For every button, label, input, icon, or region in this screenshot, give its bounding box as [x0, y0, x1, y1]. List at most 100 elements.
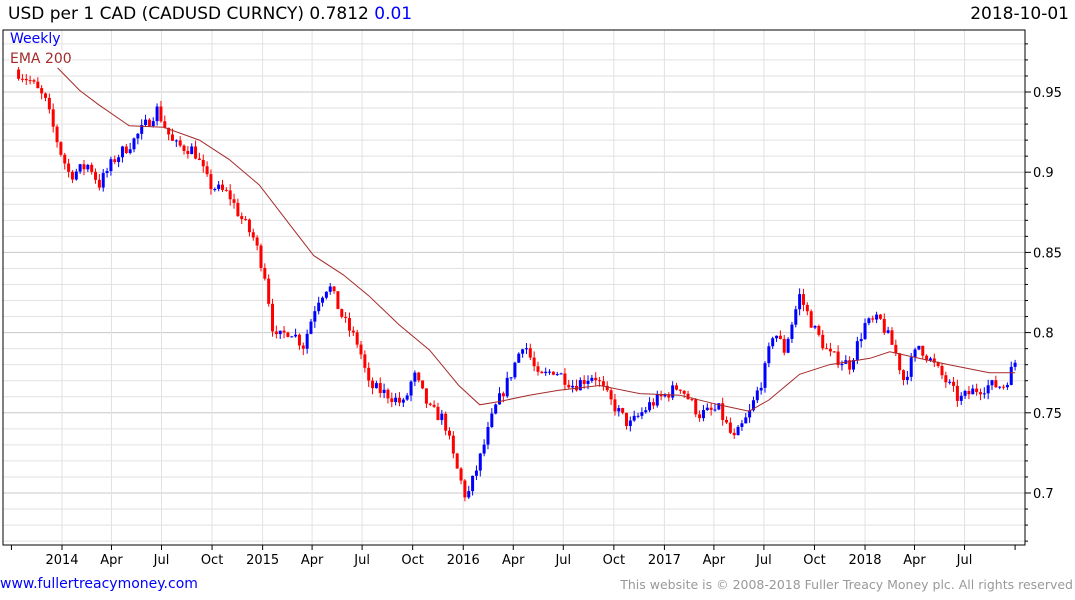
candle-body: [505, 377, 509, 397]
candle: [886, 326, 890, 334]
candle: [651, 398, 655, 410]
candle: [771, 336, 775, 350]
x-tick-label: 2017: [648, 553, 681, 568]
candle-body: [290, 336, 294, 338]
candle-body: [417, 372, 421, 381]
candle: [113, 155, 117, 165]
candle-body: [455, 453, 459, 469]
candle: [786, 337, 790, 354]
candle-body: [63, 154, 67, 164]
candle-body: [732, 432, 736, 436]
candle: [701, 405, 705, 422]
candle: [70, 170, 74, 184]
candle-body: [182, 145, 186, 151]
candle-body: [313, 311, 317, 322]
candle: [459, 467, 463, 485]
candle: [890, 327, 894, 345]
candle-body: [170, 134, 174, 141]
candle-body: [205, 166, 209, 175]
candle-body: [467, 491, 471, 498]
candle-body: [421, 380, 425, 389]
candle-body: [671, 385, 675, 398]
candle-body: [90, 164, 94, 172]
candle: [775, 335, 779, 342]
candle: [217, 181, 221, 192]
candle: [736, 424, 740, 436]
candle-body: [82, 164, 86, 170]
candle: [532, 351, 536, 372]
candle-body: [413, 372, 417, 382]
candle-body: [194, 146, 198, 159]
candle: [159, 100, 163, 123]
candle-body: [786, 338, 790, 353]
candle-body: [251, 232, 255, 238]
candle-body: [297, 334, 301, 346]
x-tick-label: 2018: [848, 553, 881, 568]
candle: [744, 413, 748, 424]
candle: [590, 374, 594, 383]
candle: [201, 154, 205, 173]
candle-body: [694, 399, 698, 415]
candle-body: [682, 390, 686, 394]
candle: [875, 311, 879, 324]
candle-body: [40, 88, 44, 94]
candle-body: [755, 390, 759, 401]
candle-body: [236, 202, 240, 217]
candle: [640, 407, 644, 420]
candle-body: [28, 80, 32, 82]
candle-body: [790, 324, 794, 339]
candle-body: [424, 388, 428, 404]
candle-body: [994, 380, 998, 388]
candle: [917, 345, 921, 351]
candle-body: [921, 345, 925, 356]
candle-body: [521, 349, 525, 354]
candle-body: [59, 142, 63, 155]
candle: [1002, 384, 1006, 390]
candle: [401, 397, 405, 408]
candle-body: [36, 81, 40, 89]
website-link[interactable]: www.fullertreacymoney.com: [0, 576, 198, 592]
candle-body: [551, 371, 555, 375]
candle: [878, 313, 882, 320]
y-tick-label: 0.7: [1033, 487, 1054, 502]
candle: [963, 389, 967, 399]
candle-body: [582, 380, 586, 384]
x-tick-label: Apr: [301, 553, 324, 568]
candle-body: [74, 171, 78, 180]
candle: [28, 75, 32, 85]
candle: [594, 372, 598, 386]
candle: [544, 367, 548, 376]
candle-body: [740, 423, 744, 427]
candle-body: [494, 404, 498, 414]
candle: [432, 400, 436, 408]
candle: [286, 331, 290, 338]
candle-body: [644, 410, 648, 413]
candle: [921, 345, 925, 360]
x-tick-label: Oct: [803, 553, 825, 568]
candle-body: [217, 184, 221, 190]
candle-body: [474, 470, 478, 476]
candle-body: [163, 121, 167, 128]
candle-body: [944, 375, 948, 383]
candle: [555, 371, 559, 376]
candle-body: [97, 179, 101, 188]
candle-body: [867, 318, 871, 324]
candle-body: [359, 344, 363, 355]
candle-body: [967, 390, 971, 395]
candle-body: [305, 333, 309, 349]
candle-body: [555, 374, 559, 376]
candle-body: [344, 316, 348, 318]
candle: [728, 417, 732, 435]
candle: [332, 286, 336, 294]
candle-body: [309, 321, 313, 334]
candle: [20, 74, 24, 83]
candle-body: [382, 389, 386, 394]
candle: [686, 390, 690, 400]
candle-body: [878, 314, 882, 319]
candle-body: [509, 377, 513, 379]
candle: [694, 398, 698, 418]
candle: [1005, 382, 1009, 390]
candle: [374, 380, 378, 389]
candle: [898, 352, 902, 375]
x-tick-label: Oct: [201, 553, 223, 568]
